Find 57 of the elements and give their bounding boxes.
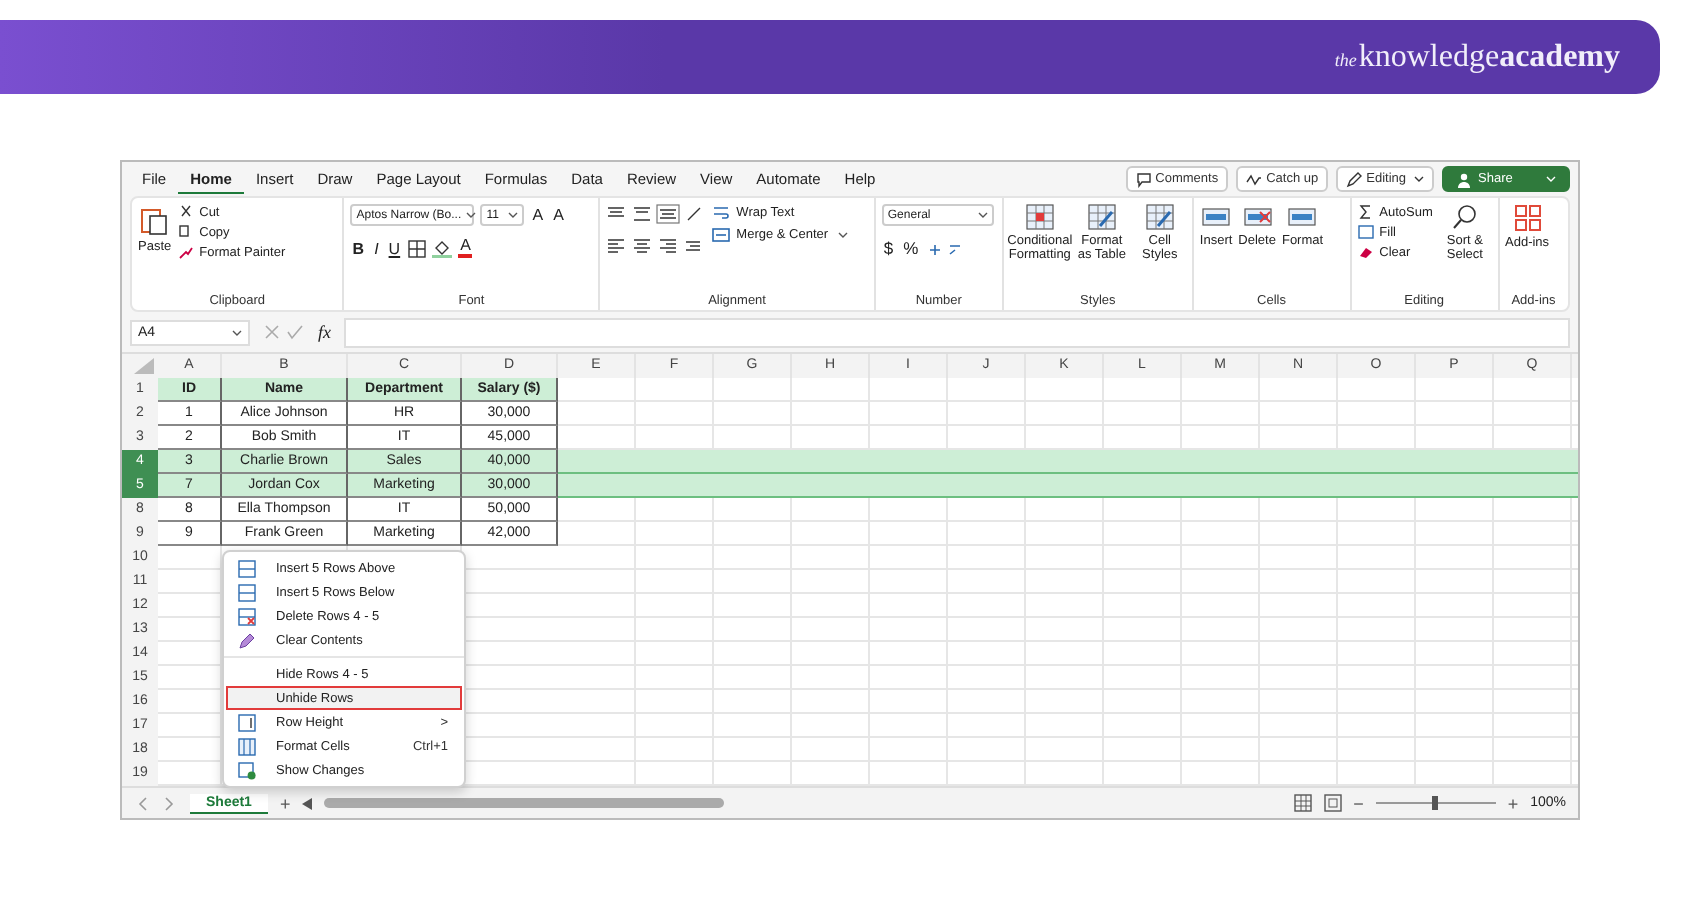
scissors-icon	[177, 204, 194, 220]
grid-squares-icon	[1513, 204, 1542, 232]
clipboard-icon	[138, 204, 171, 236]
copy-icon	[177, 224, 194, 240]
font-style-button[interactable]: U	[386, 239, 403, 257]
rows-below-icon	[238, 583, 256, 601]
fill-icon	[1357, 224, 1374, 240]
caret-icon	[838, 232, 849, 238]
person-icon	[1456, 171, 1472, 187]
borders-icon[interactable]	[408, 239, 427, 257]
caret-icon	[508, 212, 519, 218]
eraser-icon	[238, 631, 256, 649]
sheet-nav-arrows-icon[interactable]	[134, 795, 178, 811]
cancel-confirm-icons[interactable]	[262, 324, 306, 340]
rows-above-icon	[238, 559, 256, 577]
zoom-in-button[interactable]: +	[1507, 793, 1519, 813]
add-sheet-button[interactable]: +	[279, 793, 291, 813]
page-layout-view-icon[interactable]	[1323, 794, 1342, 812]
pulse-icon	[1246, 171, 1263, 187]
cells-icon	[1288, 204, 1317, 230]
merge-icon	[712, 226, 731, 244]
magnifier-icon	[1451, 204, 1478, 230]
logo: theknowledgeacademy	[1334, 39, 1620, 75]
delete-rows-icon	[238, 607, 256, 625]
caret-icon	[1414, 176, 1424, 182]
font-style-button[interactable]: I	[372, 239, 381, 257]
cells-icon	[1243, 204, 1272, 230]
table-grid-icon	[1087, 204, 1116, 230]
fill-color-icon[interactable]	[432, 238, 453, 258]
sum-icon	[1357, 204, 1374, 220]
insert-function-button[interactable]: fx	[318, 322, 331, 342]
table-grid-icon	[1145, 204, 1174, 230]
zoom-slider-thumb[interactable]	[1432, 796, 1439, 810]
number-format-button[interactable]: %	[901, 238, 921, 258]
zoom-out-button[interactable]: −	[1353, 793, 1364, 813]
pencil-icon	[1346, 171, 1363, 187]
format-cells-icon	[238, 737, 256, 755]
font-color-button[interactable]: A	[458, 238, 473, 258]
font-style-button[interactable]: B	[350, 239, 367, 257]
caret-icon	[1546, 176, 1556, 182]
grow-font-button[interactable]: A	[530, 206, 546, 224]
comment-icon	[1135, 171, 1152, 187]
wrap-icon	[712, 204, 731, 222]
eraser-icon	[1357, 244, 1374, 260]
cells-icon	[1202, 204, 1231, 230]
table-grid-icon	[1025, 204, 1054, 230]
caret-icon	[977, 212, 988, 218]
shrink-font-button[interactable]: A	[551, 206, 566, 224]
row-height-icon	[238, 713, 256, 731]
number-format-button[interactable]: $	[881, 238, 896, 258]
show-changes-icon	[238, 761, 256, 779]
normal-view-icon[interactable]	[1293, 794, 1312, 812]
horizontal-scrollbar[interactable]	[324, 798, 725, 808]
scroll-left-icon[interactable]	[302, 797, 313, 809]
caret-icon	[465, 212, 476, 218]
formula-input[interactable]	[343, 317, 1570, 347]
caret-icon	[232, 329, 242, 335]
